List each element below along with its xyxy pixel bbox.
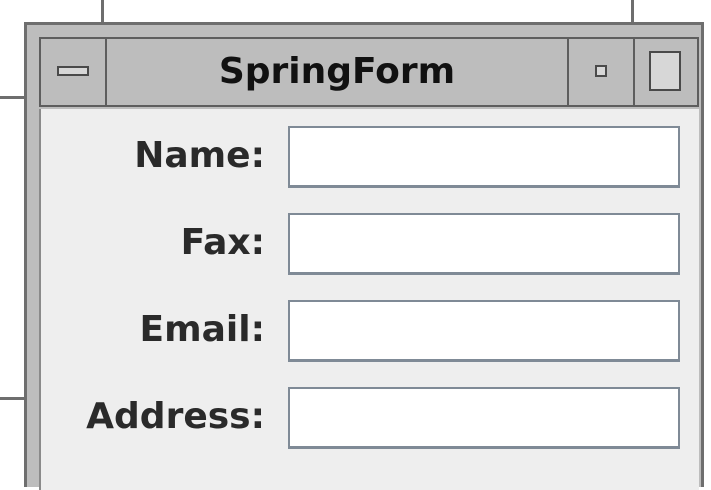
minimize-button[interactable] — [569, 39, 635, 105]
form-row-email: Email: — [41, 297, 697, 363]
form-row-address: Address: — [41, 384, 697, 450]
title-bar[interactable]: SpringForm — [39, 37, 699, 107]
window-title: SpringForm — [218, 51, 456, 92]
form-row-fax: Fax: — [41, 210, 697, 276]
name-label: Name: — [134, 135, 265, 176]
form-panel: Name: Fax: Email: Address: — [39, 109, 699, 490]
maximize-button[interactable] — [635, 39, 697, 105]
minimize-icon — [595, 65, 607, 77]
frame-tick-top-left — [101, 0, 104, 22]
maximize-icon — [649, 51, 681, 91]
springform-window: SpringForm Name: Fax: Email: Address: — [24, 22, 704, 490]
title-area[interactable]: SpringForm — [107, 39, 569, 105]
fax-input[interactable] — [288, 213, 680, 275]
fax-label: Fax: — [180, 222, 265, 263]
address-label: Address: — [86, 396, 265, 437]
name-input[interactable] — [288, 126, 680, 188]
form-row-name: Name: — [41, 123, 697, 189]
address-input[interactable] — [288, 387, 680, 449]
window-menu-button[interactable] — [41, 39, 107, 105]
frame-tick-left-lower — [0, 397, 24, 400]
frame-tick-left-upper — [0, 96, 24, 99]
window-menu-icon — [57, 66, 89, 76]
email-label: Email: — [139, 309, 265, 350]
email-input[interactable] — [288, 300, 680, 362]
frame-tick-top-right — [631, 0, 634, 22]
